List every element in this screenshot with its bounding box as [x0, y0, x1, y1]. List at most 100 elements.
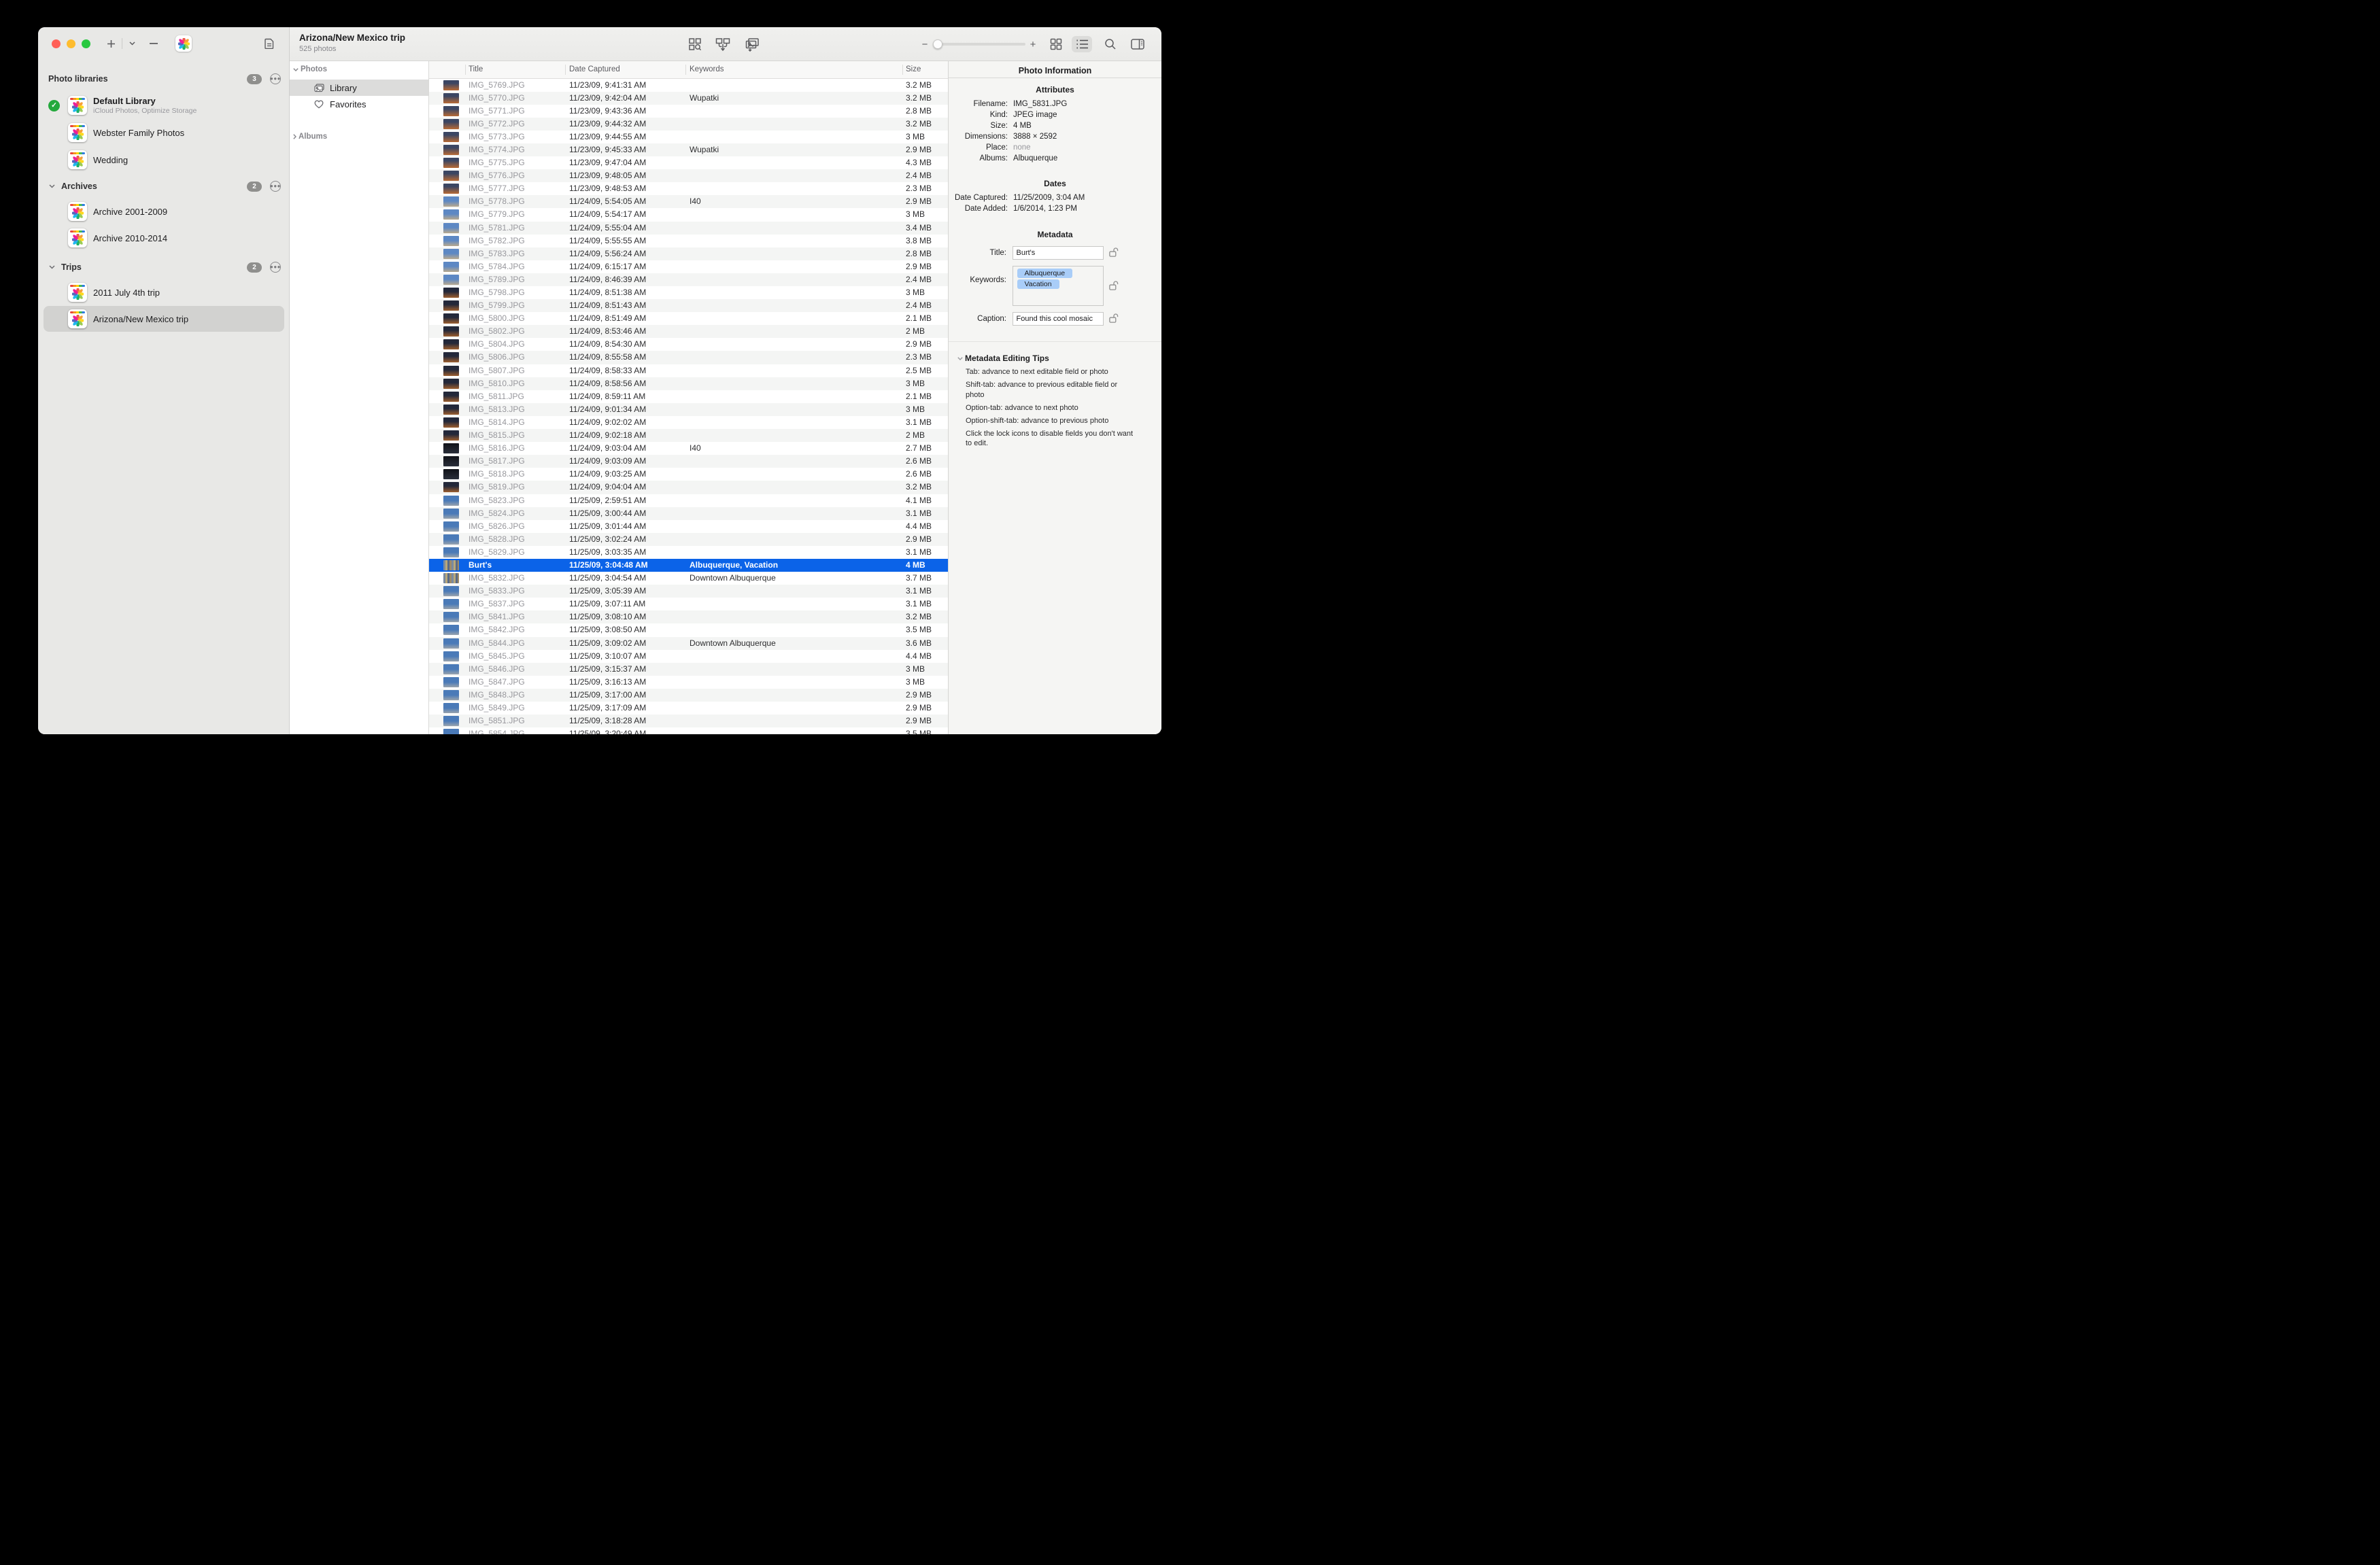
- table-row[interactable]: IMG_5811.JPG11/24/09, 8:59:11 AM2.1 MB: [429, 390, 948, 403]
- table-row[interactable]: IMG_5816.JPG11/24/09, 9:03:04 AMI402.7 M…: [429, 442, 948, 455]
- section-more-button[interactable]: ●●●: [270, 181, 281, 192]
- table-row[interactable]: IMG_5848.JPG11/25/09, 3:17:00 AM2.9 MB: [429, 689, 948, 702]
- table-row[interactable]: IMG_5847.JPG11/25/09, 3:16:13 AM3 MB: [429, 676, 948, 689]
- table-row[interactable]: Burt's11/25/09, 3:04:48 AMAlbuquerque, V…: [429, 559, 948, 572]
- table-row[interactable]: IMG_5845.JPG11/25/09, 3:10:07 AM4.4 MB: [429, 650, 948, 663]
- table-row[interactable]: IMG_5770.JPG11/23/09, 9:42:04 AMWupatki3…: [429, 92, 948, 105]
- table-row[interactable]: IMG_5832.JPG11/25/09, 3:04:54 AMDowntown…: [429, 572, 948, 585]
- thumbnail-zoom-slider[interactable]: [934, 43, 1025, 46]
- table-row[interactable]: IMG_5771.JPG11/23/09, 9:43:36 AM2.8 MB: [429, 105, 948, 118]
- table-row[interactable]: IMG_5769.JPG11/23/09, 9:41:31 AM3.2 MB: [429, 79, 948, 92]
- table-row[interactable]: IMG_5826.JPG11/25/09, 3:01:44 AM4.4 MB: [429, 520, 948, 533]
- table-row[interactable]: IMG_5854.JPG11/25/09, 3:20:49 AM3.5 MB: [429, 727, 948, 734]
- table-row[interactable]: IMG_5784.JPG11/24/09, 6:15:17 AM2.9 MB: [429, 260, 948, 273]
- table-row[interactable]: IMG_5828.JPG11/25/09, 3:02:24 AM2.9 MB: [429, 533, 948, 546]
- table-row[interactable]: IMG_5815.JPG11/24/09, 9:02:18 AM2 MB: [429, 429, 948, 442]
- sidebar-item-library[interactable]: Webster Family Photos: [44, 120, 284, 145]
- table-row[interactable]: IMG_5817.JPG11/24/09, 9:03:09 AM2.6 MB: [429, 455, 948, 468]
- caption-field-input[interactable]: Found this cool mosaic: [1013, 312, 1104, 326]
- table-row[interactable]: IMG_5781.JPG11/24/09, 5:55:04 AM3.4 MB: [429, 222, 948, 235]
- minimize-window-button[interactable]: [67, 39, 75, 48]
- list-view-icon[interactable]: [1072, 36, 1092, 52]
- table-row[interactable]: IMG_5833.JPG11/25/09, 3:05:39 AM3.1 MB: [429, 585, 948, 598]
- table-row[interactable]: IMG_5844.JPG11/25/09, 3:09:02 AMDowntown…: [429, 637, 948, 650]
- table-row[interactable]: IMG_5779.JPG11/24/09, 5:54:17 AM3 MB: [429, 208, 948, 221]
- add-library-menu-chevron-icon[interactable]: [125, 35, 139, 52]
- table-row[interactable]: IMG_5810.JPG11/24/09, 8:58:56 AM3 MB: [429, 377, 948, 390]
- table-row[interactable]: IMG_5772.JPG11/23/09, 9:44:32 AM3.2 MB: [429, 118, 948, 131]
- section-more-button[interactable]: ●●●: [270, 73, 281, 84]
- sidebar-item-library[interactable]: Archive 2001-2009: [44, 199, 284, 224]
- zoom-in-button[interactable]: +: [1025, 36, 1041, 52]
- report-document-button[interactable]: [261, 35, 277, 52]
- copy-photos-icon[interactable]: [742, 36, 762, 52]
- column-header-size[interactable]: Size: [906, 61, 921, 79]
- table-row[interactable]: IMG_5804.JPG11/24/09, 8:54:30 AM2.9 MB: [429, 338, 948, 351]
- table-row[interactable]: IMG_5818.JPG11/24/09, 9:03:25 AM2.6 MB: [429, 468, 948, 481]
- keyword-tag[interactable]: Vacation: [1017, 279, 1059, 289]
- table-row[interactable]: IMG_5824.JPG11/25/09, 3:00:44 AM3.1 MB: [429, 507, 948, 520]
- table-row[interactable]: IMG_5807.JPG11/24/09, 8:58:33 AM2.5 MB: [429, 364, 948, 377]
- table-row[interactable]: IMG_5806.JPG11/24/09, 8:55:58 AM2.3 MB: [429, 351, 948, 364]
- zoom-slider-thumb[interactable]: [933, 39, 942, 49]
- title-lock-icon[interactable]: [1108, 247, 1119, 258]
- table-row[interactable]: IMG_5851.JPG11/25/09, 3:18:28 AM2.9 MB: [429, 715, 948, 727]
- caption-lock-icon[interactable]: [1108, 313, 1119, 324]
- table-row[interactable]: IMG_5783.JPG11/24/09, 5:56:24 AM2.8 MB: [429, 247, 948, 260]
- sidebar-item-library[interactable]: Wedding: [44, 147, 284, 173]
- table-row[interactable]: IMG_5823.JPG11/25/09, 2:59:51 AM4.1 MB: [429, 494, 948, 507]
- table-row[interactable]: IMG_5819.JPG11/24/09, 9:04:04 AM3.2 MB: [429, 481, 948, 494]
- keywords-field-box[interactable]: AlbuquerqueVacation: [1013, 266, 1104, 306]
- column-header-title[interactable]: Title: [469, 61, 483, 79]
- source-item-library[interactable]: Library: [290, 80, 428, 96]
- column-header-keywords[interactable]: Keywords: [690, 61, 724, 79]
- table-row[interactable]: IMG_5798.JPG11/24/09, 8:51:38 AM3 MB: [429, 286, 948, 299]
- find-duplicates-icon[interactable]: [685, 36, 705, 52]
- table-row[interactable]: IMG_5774.JPG11/23/09, 9:45:33 AMWupatki2…: [429, 143, 948, 156]
- grid-view-icon[interactable]: [1046, 36, 1066, 52]
- albums-group-header[interactable]: Albums: [293, 133, 327, 141]
- table-row[interactable]: IMG_5789.JPG11/24/09, 8:46:39 AM2.4 MB: [429, 273, 948, 286]
- table-row[interactable]: IMG_5849.JPG11/25/09, 3:17:09 AM2.9 MB: [429, 702, 948, 715]
- dates-list: Date Captured:11/25/2009, 3:04 AMDate Ad…: [949, 193, 1157, 215]
- sidebar-item-library[interactable]: Default LibraryiCloud Photos, Optimize S…: [44, 92, 284, 118]
- keywords-lock-icon[interactable]: [1108, 280, 1119, 291]
- sidebar-section-archives[interactable]: Archives2●●●: [44, 179, 284, 193]
- sidebar-item-library[interactable]: Arizona/New Mexico trip: [44, 306, 284, 332]
- keyword-tag[interactable]: Albuquerque: [1017, 269, 1073, 278]
- sidebar-item-library[interactable]: Archive 2010-2014: [44, 225, 284, 251]
- photos-group-header[interactable]: Photos: [293, 65, 327, 73]
- table-row[interactable]: IMG_5776.JPG11/23/09, 9:48:05 AM2.4 MB: [429, 169, 948, 182]
- cell-size: 3.1 MB: [906, 416, 947, 429]
- table-row[interactable]: IMG_5829.JPG11/25/09, 3:03:35 AM3.1 MB: [429, 546, 948, 559]
- table-row[interactable]: IMG_5846.JPG11/25/09, 3:15:37 AM3 MB: [429, 663, 948, 676]
- section-more-button[interactable]: ●●●: [270, 262, 281, 273]
- table-row[interactable]: IMG_5782.JPG11/24/09, 5:55:55 AM3.8 MB: [429, 235, 948, 247]
- source-item-favorites[interactable]: Favorites: [290, 96, 428, 112]
- table-row[interactable]: IMG_5777.JPG11/23/09, 9:48:53 AM2.3 MB: [429, 182, 948, 195]
- title-field-input[interactable]: Burt's: [1013, 246, 1104, 260]
- remove-library-button[interactable]: [146, 35, 162, 52]
- table-row[interactable]: IMG_5842.JPG11/25/09, 3:08:50 AM3.5 MB: [429, 623, 948, 636]
- sidebar-item-library[interactable]: 2011 July 4th trip: [44, 279, 284, 305]
- column-header-date-captured[interactable]: Date Captured: [569, 61, 620, 79]
- table-row[interactable]: IMG_5775.JPG11/23/09, 9:47:04 AM4.3 MB: [429, 156, 948, 169]
- table-row[interactable]: IMG_5800.JPG11/24/09, 8:51:49 AM2.1 MB: [429, 312, 948, 325]
- zoom-out-button[interactable]: −: [917, 36, 933, 52]
- table-row[interactable]: IMG_5841.JPG11/25/09, 3:08:10 AM3.2 MB: [429, 610, 948, 623]
- merge-libraries-icon[interactable]: [713, 36, 733, 52]
- table-row[interactable]: IMG_5813.JPG11/24/09, 9:01:34 AM3 MB: [429, 403, 948, 416]
- table-row[interactable]: IMG_5802.JPG11/24/09, 8:53:46 AM2 MB: [429, 325, 948, 338]
- table-row[interactable]: IMG_5778.JPG11/24/09, 5:54:05 AMI402.9 M…: [429, 195, 948, 208]
- table-row[interactable]: IMG_5799.JPG11/24/09, 8:51:43 AM2.4 MB: [429, 299, 948, 312]
- search-icon[interactable]: [1100, 36, 1121, 52]
- metadata-tips-header[interactable]: Metadata Editing Tips: [957, 354, 1049, 363]
- zoom-window-button[interactable]: [82, 39, 90, 48]
- add-library-button[interactable]: [103, 35, 119, 52]
- table-row[interactable]: IMG_5814.JPG11/24/09, 9:02:02 AM3.1 MB: [429, 416, 948, 429]
- table-row[interactable]: IMG_5773.JPG11/23/09, 9:44:55 AM3 MB: [429, 131, 948, 143]
- close-window-button[interactable]: [52, 39, 61, 48]
- sidebar-section-trips[interactable]: Trips2●●●: [44, 260, 284, 274]
- table-row[interactable]: IMG_5837.JPG11/25/09, 3:07:11 AM3.1 MB: [429, 598, 948, 610]
- toggle-info-panel-icon[interactable]: [1127, 36, 1148, 52]
